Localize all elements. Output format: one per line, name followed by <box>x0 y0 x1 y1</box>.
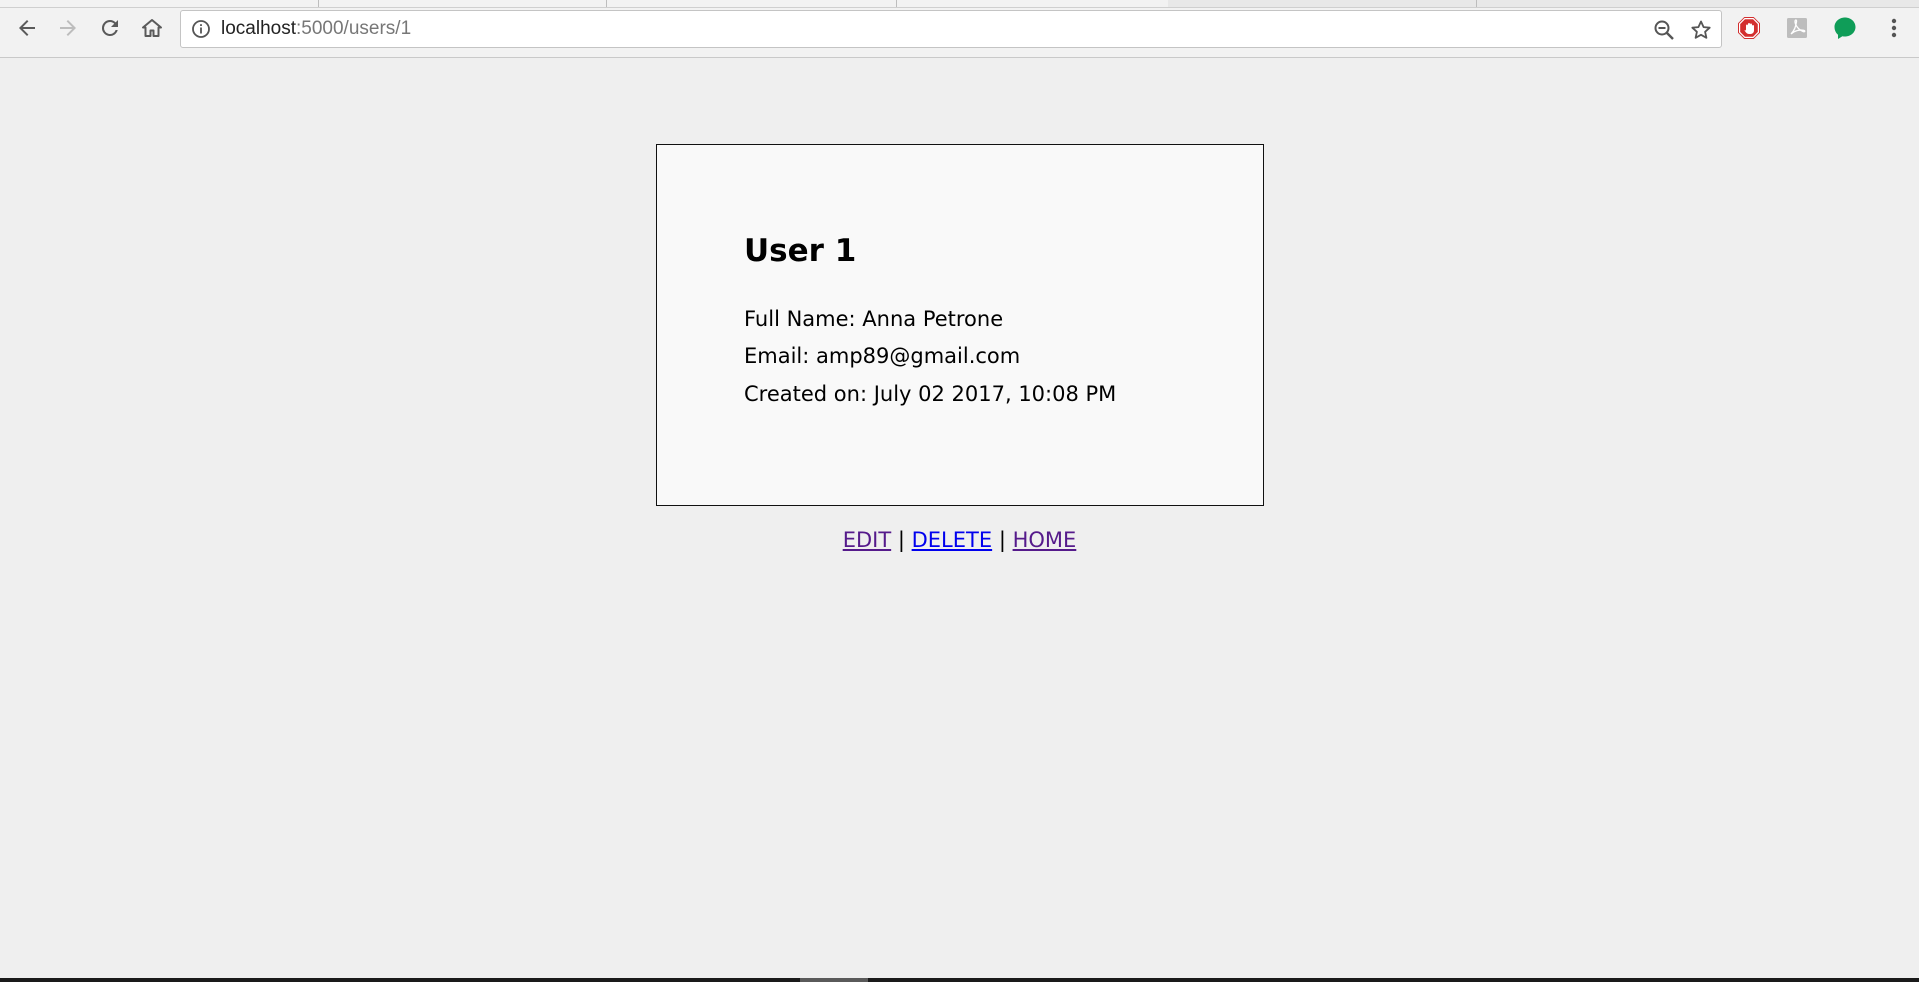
tab-strip <box>0 0 1919 8</box>
reload-icon <box>101 19 118 36</box>
chat-extension-button[interactable] <box>1831 14 1859 42</box>
adblock-extension-button[interactable] <box>1735 14 1763 42</box>
user-full-name: Full Name: Anna Petrone <box>744 307 1004 331</box>
pdf-icon <box>1787 18 1807 38</box>
star-icon[interactable] <box>1689 18 1713 42</box>
link-separator: | <box>897 528 905 552</box>
pdf-extension-button[interactable] <box>1783 14 1811 42</box>
link-separator: | <box>998 528 1006 552</box>
chat-bubble-icon <box>1834 17 1856 39</box>
stop-hand-icon <box>1738 17 1760 39</box>
home-icon <box>142 19 162 37</box>
url-text[interactable]: localhost:5000/users/1 <box>221 19 411 39</box>
kebab-menu-icon <box>1891 18 1897 38</box>
forward-button[interactable] <box>53 13 83 43</box>
home-link[interactable]: HOME <box>1013 528 1077 552</box>
tab-separator <box>318 0 319 7</box>
browser-toolbar: localhost:5000/users/1 <box>0 0 1919 58</box>
info-icon[interactable] <box>191 19 211 39</box>
back-arrow-icon <box>19 20 35 36</box>
tab-separator <box>896 0 897 7</box>
user-detail-card: User 1 Full Name: Anna Petrone Email: am… <box>656 144 1264 506</box>
action-links: EDIT | DELETE | HOME <box>0 527 1919 553</box>
forward-arrow-icon <box>60 20 76 36</box>
url-host: localhost <box>221 18 296 39</box>
delete-link[interactable]: DELETE <box>912 528 993 552</box>
edit-link[interactable]: EDIT <box>843 528 891 552</box>
url-path: :5000/users/1 <box>296 18 412 39</box>
user-created-on: Created on: July 02 2017, 10:08 PM <box>744 382 1117 406</box>
page-title: User 1 <box>744 233 857 269</box>
active-tab[interactable] <box>0 0 1168 7</box>
back-button[interactable] <box>12 13 42 43</box>
tab-separator <box>1476 0 1477 7</box>
address-bar[interactable]: localhost:5000/users/1 <box>180 10 1722 48</box>
reload-button[interactable] <box>95 13 125 43</box>
zoom-out-icon[interactable] <box>1653 19 1675 41</box>
taskbar-strip <box>0 978 1919 982</box>
tab-separator <box>606 0 607 7</box>
user-email: Email: amp89@gmail.com <box>744 344 1021 368</box>
home-button[interactable] <box>137 13 167 43</box>
browser-menu-button[interactable] <box>1880 14 1908 42</box>
taskbar-highlight <box>800 978 868 982</box>
